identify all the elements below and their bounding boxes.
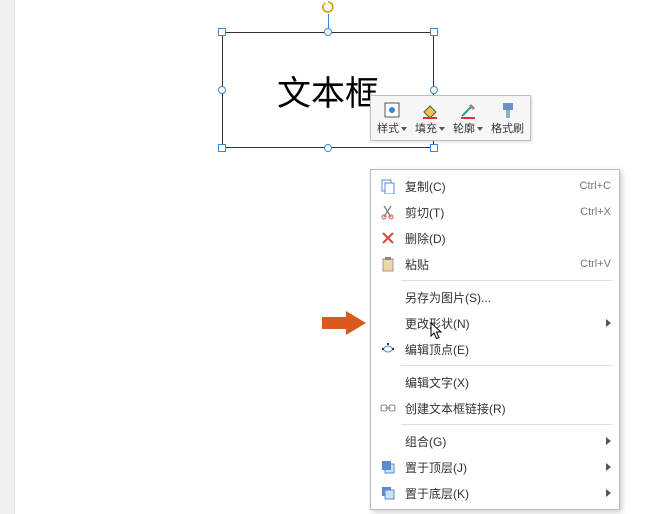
menu-paste[interactable]: 粘贴 Ctrl+V [371, 251, 619, 277]
dropdown-icon [401, 127, 407, 131]
fill-icon [420, 100, 440, 120]
bring-front-icon [377, 457, 399, 477]
menu-label: 创建文本框链接(R) [405, 400, 611, 417]
resize-handle-l[interactable] [218, 86, 226, 94]
mini-toolbar: 样式 填充 轮廓 格式刷 [370, 95, 531, 141]
resize-handle-br[interactable] [430, 144, 438, 152]
menu-edit-text[interactable]: 编辑文字(X) [371, 369, 619, 395]
resize-handle-bl[interactable] [218, 144, 226, 152]
page-margin [0, 0, 15, 514]
menu-separator [401, 424, 613, 425]
rotate-stem [328, 12, 329, 28]
menu-save-as-picture[interactable]: 另存为图片(S)... [371, 284, 619, 310]
style-label: 样式 [377, 122, 399, 136]
outline-label: 轮廓 [453, 122, 475, 136]
fill-label: 填充 [415, 122, 437, 136]
format-painter-button[interactable]: 格式刷 [487, 98, 528, 138]
submenu-arrow-icon [606, 437, 611, 445]
menu-label: 编辑顶点(E) [405, 341, 611, 358]
menu-shortcut: Ctrl+X [580, 206, 611, 218]
format-label: 格式刷 [491, 122, 524, 136]
menu-shortcut: Ctrl+V [580, 258, 611, 270]
outline-button[interactable]: 轮廓 [449, 98, 487, 138]
menu-shortcut: Ctrl+C [580, 180, 611, 192]
style-icon [382, 100, 402, 120]
menu-label: 编辑文字(X) [405, 374, 611, 391]
menu-copy[interactable]: 复制(C) Ctrl+C [371, 173, 619, 199]
resize-handle-tl[interactable] [218, 28, 226, 36]
delete-icon [377, 228, 399, 248]
menu-create-link[interactable]: 创建文本框链接(R) [371, 395, 619, 421]
send-back-icon [377, 483, 399, 503]
style-button[interactable]: 样式 [373, 98, 411, 138]
menu-label: 组合(G) [405, 433, 602, 450]
menu-delete[interactable]: 删除(D) [371, 225, 619, 251]
menu-label: 删除(D) [405, 230, 611, 247]
menu-label: 复制(C) [405, 178, 580, 195]
menu-label: 剪切(T) [405, 204, 580, 221]
resize-handle-r[interactable] [430, 86, 438, 94]
menu-send-back[interactable]: 置于底层(K) [371, 480, 619, 506]
edit-points-icon [377, 339, 399, 359]
menu-label: 置于底层(K) [405, 485, 602, 502]
menu-bring-front[interactable]: 置于顶层(J) [371, 454, 619, 480]
menu-cut[interactable]: 剪切(T) Ctrl+X [371, 199, 619, 225]
resize-handle-t[interactable] [324, 28, 332, 36]
menu-label: 另存为图片(S)... [405, 289, 611, 306]
format-painter-icon [498, 100, 518, 120]
menu-label: 置于顶层(J) [405, 459, 602, 476]
blank-icon [377, 287, 399, 307]
menu-change-shape[interactable]: 更改形状(N) [371, 310, 619, 336]
resize-handle-b[interactable] [324, 144, 332, 152]
outline-icon [458, 100, 478, 120]
menu-label: 粘贴 [405, 256, 580, 273]
submenu-arrow-icon [606, 319, 611, 327]
mouse-cursor [430, 322, 443, 340]
menu-separator [401, 280, 613, 281]
dropdown-icon [439, 127, 445, 131]
rotate-handle[interactable] [321, 0, 335, 14]
link-icon [377, 398, 399, 418]
menu-group[interactable]: 组合(G) [371, 428, 619, 454]
paste-icon [377, 254, 399, 274]
resize-handle-tr[interactable] [430, 28, 438, 36]
fill-button[interactable]: 填充 [411, 98, 449, 138]
blank-icon [377, 313, 399, 333]
cut-icon [377, 202, 399, 222]
dropdown-icon [477, 127, 483, 131]
blank-icon [377, 372, 399, 392]
menu-separator [401, 365, 613, 366]
blank-icon [377, 431, 399, 451]
context-menu: 复制(C) Ctrl+C 剪切(T) Ctrl+X 删除(D) 粘贴 Ctrl+… [370, 169, 620, 510]
textbox-text: 文本框 [277, 66, 379, 115]
submenu-arrow-icon [606, 463, 611, 471]
submenu-arrow-icon [606, 489, 611, 497]
pointer-arrow [322, 311, 366, 335]
copy-icon [377, 176, 399, 196]
menu-edit-points[interactable]: 编辑顶点(E) [371, 336, 619, 362]
